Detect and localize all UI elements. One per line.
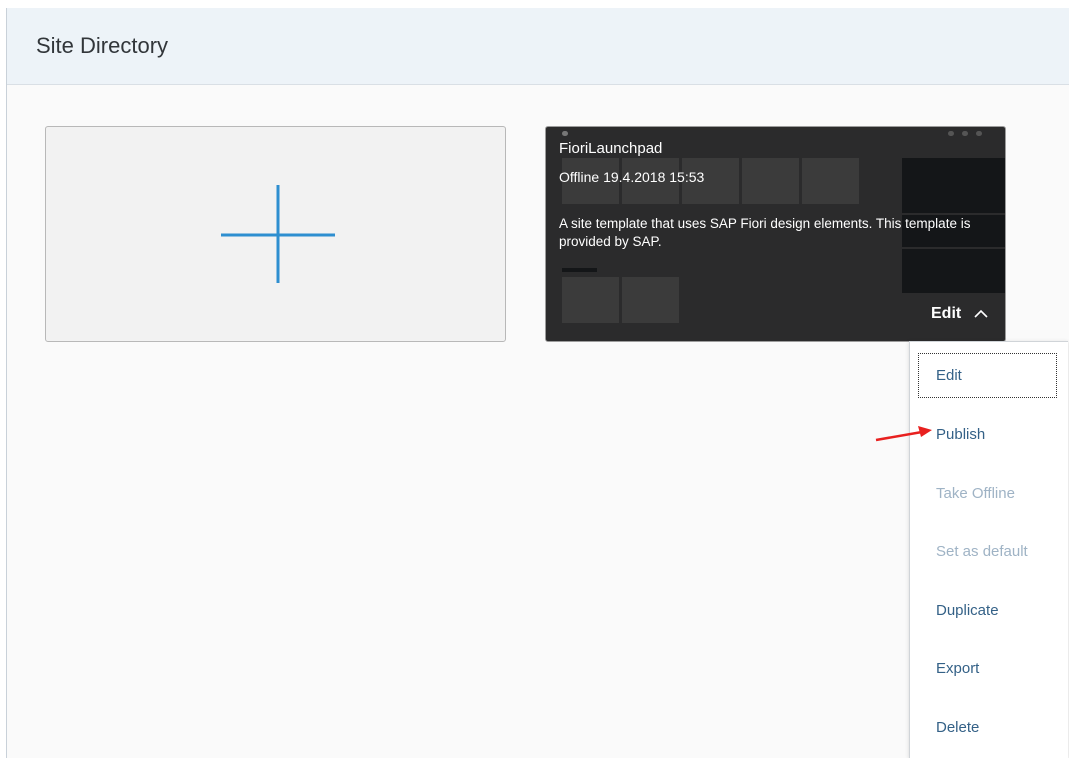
preview-tile — [622, 277, 679, 323]
preview-dot — [948, 131, 954, 136]
menu-item-export[interactable]: Export — [936, 660, 979, 677]
edit-menu-button[interactable]: Edit — [931, 305, 988, 323]
plus-icon — [221, 185, 335, 283]
preview-tile — [562, 277, 619, 323]
preview-dot — [976, 131, 982, 136]
page-title: Site Directory — [36, 33, 169, 58]
site-description: A site template that uses SAP Fiori desi… — [559, 216, 971, 249]
preview-tile — [802, 158, 859, 204]
menu-item-edit[interactable]: Edit — [936, 367, 962, 384]
site-status: Offline 19.4.2018 15:53 — [559, 169, 705, 185]
chevron-up-icon — [974, 305, 988, 323]
menu-item-duplicate[interactable]: Duplicate — [936, 602, 999, 619]
add-site-tile[interactable] — [45, 126, 506, 342]
preview-bar — [562, 268, 597, 272]
preview-tile — [742, 158, 799, 204]
preview-dot — [962, 131, 968, 136]
menu-item-publish[interactable]: Publish — [936, 426, 985, 443]
menu-item-delete[interactable]: Delete — [936, 719, 979, 736]
preview-dot — [562, 131, 568, 136]
menu-item-take-offline: Take Offline — [936, 485, 1015, 502]
site-directory-page: Site Directory FioriLaunchpad Offline 19… — [6, 8, 1069, 758]
preview-panel — [902, 249, 1005, 293]
red-arrow-icon — [875, 426, 932, 442]
page-header: Site Directory — [7, 8, 1069, 85]
menu-item-set-as-default: Set as default — [936, 543, 1028, 560]
site-actions-menu: Edit Publish Take Offline Set as default… — [909, 341, 1068, 758]
site-name: FioriLaunchpad — [559, 140, 663, 157]
edit-label: Edit — [931, 305, 962, 322]
preview-panel — [902, 158, 1005, 213]
site-tile-fiorilaunchpad[interactable]: FioriLaunchpad Offline 19.4.2018 15:53 A… — [545, 126, 1006, 342]
